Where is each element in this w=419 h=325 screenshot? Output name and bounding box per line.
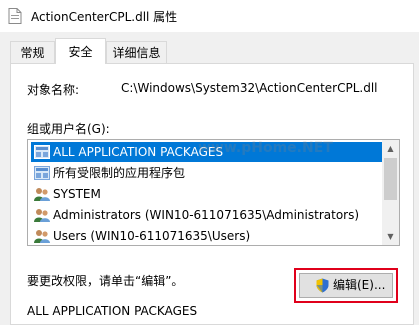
scroll-thumb[interactable] [384,158,397,200]
list-item[interactable]: SYSTEM [31,184,384,204]
file-icon [8,8,22,24]
scroll-down-arrow-icon[interactable]: ▼ [382,228,399,245]
list-item[interactable]: 所有受限制的应用程序包 [31,163,384,183]
object-name-value: C:\Windows\System32\ActionCenterCPL.dll [121,81,378,95]
object-name-label: 对象名称: [27,83,80,97]
group-or-user-label: 组或用户名(G): [27,122,110,136]
edit-button-label: 编辑(E)... [333,278,386,292]
uac-shield-icon [316,278,329,293]
watermark: www.pHome.NET [198,140,333,156]
scroll-up-arrow-icon[interactable]: ▲ [382,140,399,157]
tab-security[interactable]: 安全 [55,38,106,64]
list-scrollbar[interactable]: ▲ ▼ [382,140,399,245]
app-package-icon [34,145,50,159]
tab-details-label: 详细信息 [112,46,161,60]
title-bar: ActionCenterCPL.dll 属性 [0,0,419,32]
tab-general[interactable]: 常规 [10,41,55,63]
list-item-label: 所有受限制的应用程序包 [53,166,186,180]
list-item[interactable]: Administrators (WIN10-611071635\Administ… [31,205,384,225]
list-item-label: Administrators (WIN10-611071635\Administ… [53,208,360,222]
permissions-for-label: ALL APPLICATION PACKAGES [27,304,198,318]
user-group-icon [34,230,50,243]
window-title: ActionCenterCPL.dll 属性 [31,10,178,24]
user-group-icon [34,209,50,222]
tab-details[interactable]: 详细信息 [106,41,167,63]
list-item[interactable]: Users (WIN10-611071635\Users) [31,226,384,245]
tab-general-label: 常规 [20,46,45,60]
tab-security-label: 安全 [68,45,93,59]
app-package-icon [34,166,50,180]
edit-button[interactable]: 编辑(E)... [299,273,393,298]
list-item-label: SYSTEM [53,187,101,201]
list-item-label: Users (WIN10-611071635\Users) [53,229,251,243]
change-permissions-hint: 要更改权限，请单击“编辑”。 [27,274,184,288]
user-group-icon [34,188,50,201]
